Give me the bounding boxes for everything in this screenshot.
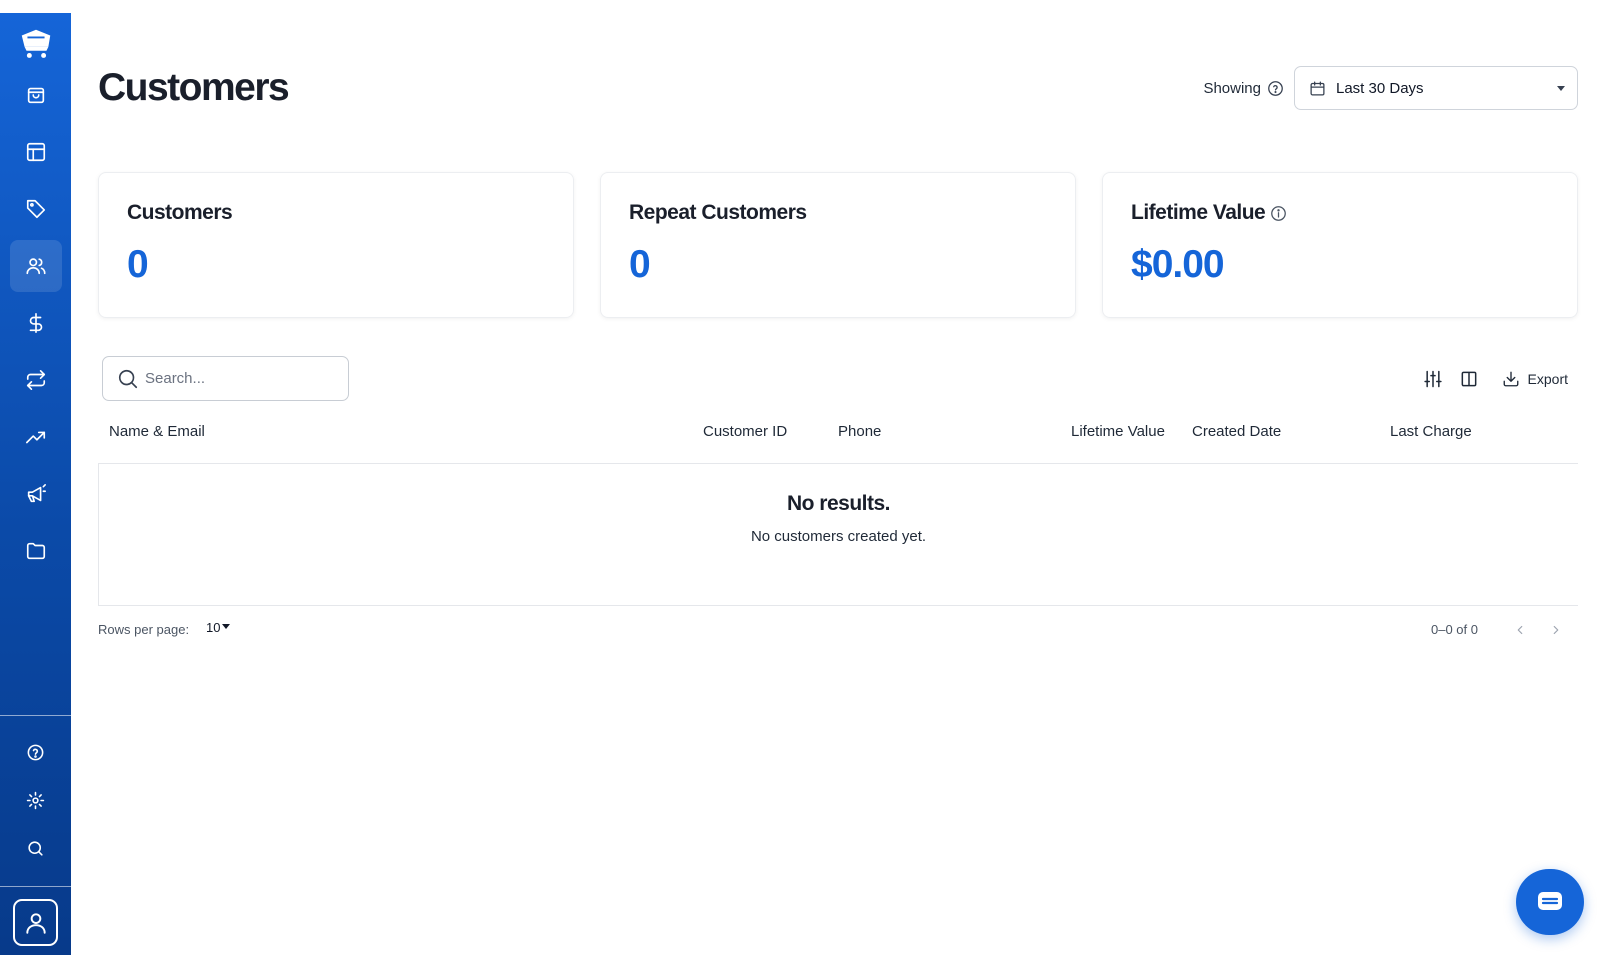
rows-per-page-select[interactable]: 10 <box>206 620 231 635</box>
column-header-last-charge[interactable]: Last Charge <box>1390 423 1472 440</box>
help-circle-icon[interactable] <box>1267 80 1284 97</box>
users-icon <box>25 258 46 275</box>
filter-button[interactable] <box>1422 368 1444 390</box>
stat-value: $0.00 <box>1131 243 1225 286</box>
search-icon <box>118 369 138 388</box>
date-range-value: Last 30 Days <box>1336 79 1424 97</box>
stat-label: Customers <box>127 201 233 224</box>
logo-cart-icon[interactable] <box>16 25 56 65</box>
export-label: Export <box>1527 371 1568 387</box>
dollar-icon <box>29 313 42 333</box>
showing-label: Showing <box>1203 79 1261 97</box>
sidebar-item-help[interactable] <box>10 730 62 774</box>
chevron-left-icon <box>1517 625 1523 635</box>
page-title: Customers <box>98 66 290 109</box>
sidebar-item-products[interactable] <box>10 126 62 178</box>
date-range-select[interactable]: Last 30 Days <box>1294 66 1578 110</box>
megaphone-icon <box>27 484 46 503</box>
next-page-button[interactable] <box>1546 620 1566 640</box>
column-header-created-date[interactable]: Created Date <box>1192 423 1281 440</box>
chat-launcher-button[interactable] <box>1516 869 1584 935</box>
shopping-bag-icon <box>27 87 44 104</box>
chevron-right-icon <box>1553 625 1559 635</box>
column-header-lifetime-value[interactable]: Lifetime Value <box>1071 423 1165 440</box>
previous-page-button[interactable] <box>1510 620 1530 640</box>
column-header-customer-id[interactable]: Customer ID <box>703 423 787 440</box>
search-box <box>102 356 349 401</box>
stat-value: 0 <box>127 243 149 286</box>
sidebar-item-search[interactable] <box>10 826 62 870</box>
repeat-icon <box>26 370 45 390</box>
layout-icon <box>26 142 45 162</box>
stat-card-lifetime-value: Lifetime Value $0.00 <box>1102 172 1578 318</box>
sidebar-item-files[interactable] <box>10 525 62 577</box>
rows-per-page-label: Rows per page: <box>98 622 190 637</box>
sidebar-item-payments[interactable] <box>10 297 62 349</box>
export-button[interactable]: Export <box>1502 370 1568 388</box>
stat-label: Repeat Customers <box>629 201 807 224</box>
tag-icon <box>26 199 45 219</box>
sidebar-item-discounts[interactable] <box>10 183 62 235</box>
column-header-phone[interactable]: Phone <box>838 423 881 440</box>
empty-state-subtitle: No customers created yet. <box>750 528 927 545</box>
stat-value: 0 <box>629 243 651 286</box>
stat-label: Lifetime Value <box>1131 201 1266 224</box>
sidebar-divider-bottom <box>0 886 71 887</box>
sliders-icon <box>1423 370 1442 388</box>
sidebar-item-customers[interactable] <box>9 240 62 292</box>
sidebar-item-settings[interactable] <box>10 778 62 822</box>
folder-icon <box>26 542 45 560</box>
search-icon <box>28 840 43 856</box>
main-content: Customers Showing Last 30 Days Customers… <box>98 0 1578 955</box>
stats-row: Customers 0 Repeat Customers 0 Lifetime … <box>98 172 1578 318</box>
chat-icon <box>1538 892 1562 910</box>
chevron-down-icon <box>1557 86 1565 91</box>
download-icon <box>1503 371 1518 387</box>
table-toolbar: Export <box>98 356 1578 402</box>
column-header-name-email[interactable]: Name & Email <box>109 423 205 440</box>
search-input[interactable] <box>145 370 325 387</box>
sidebar-item-subscriptions[interactable] <box>10 354 62 406</box>
table-header: Name & Email Customer ID Phone Lifetime … <box>98 420 1578 460</box>
table-tools: Export <box>1408 368 1568 390</box>
empty-state-title: No results. <box>786 492 891 515</box>
stat-card-customers: Customers 0 <box>98 172 574 318</box>
help-icon <box>27 744 44 760</box>
trending-up-icon <box>25 431 45 444</box>
sidebar-divider <box>0 715 71 716</box>
sidebar-item-orders[interactable] <box>10 69 62 121</box>
columns-button[interactable] <box>1458 368 1480 390</box>
user-profile-icon <box>25 912 46 934</box>
user-profile-button[interactable] <box>13 899 58 946</box>
table-body-empty: No results. No customers created yet. <box>98 463 1578 606</box>
rows-per-page-value: 10 <box>206 620 221 635</box>
settings-icon <box>26 791 45 809</box>
columns-icon <box>1461 371 1476 387</box>
caret-down-icon <box>222 623 231 629</box>
calendar-icon <box>1310 80 1325 96</box>
stat-card-repeat-customers: Repeat Customers 0 <box>600 172 1076 318</box>
sidebar-item-marketing[interactable] <box>10 468 62 520</box>
pagination: Rows per page: 10 0–0 of 0 <box>98 620 1578 644</box>
sidebar-item-analytics[interactable] <box>10 411 62 463</box>
sidebar <box>0 13 71 955</box>
info-icon[interactable] <box>1270 205 1287 222</box>
date-range-filter: Showing Last 30 Days <box>1203 66 1578 110</box>
pagination-range: 0–0 of 0 <box>1431 622 1478 637</box>
